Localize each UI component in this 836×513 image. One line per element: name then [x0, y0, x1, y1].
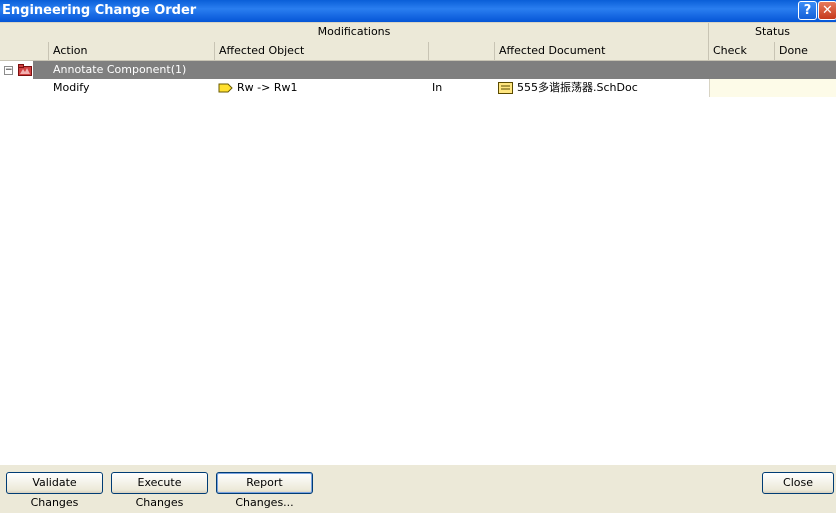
- collapse-icon[interactable]: −: [4, 66, 13, 75]
- row-action: Modify: [53, 81, 90, 94]
- port-icon: [218, 83, 233, 93]
- header-modifications[interactable]: Modifications: [0, 23, 709, 42]
- close-icon: ✕: [822, 3, 833, 18]
- header-column-row: Action Affected Object Affected Document…: [0, 42, 836, 61]
- row-relation: In: [432, 81, 443, 94]
- row-affected-document: 555多谐振荡器.SchDoc: [517, 81, 638, 94]
- validate-changes-button[interactable]: Validate Changes: [6, 472, 103, 509]
- close-window-button[interactable]: ✕: [818, 1, 836, 20]
- title-bar: Engineering Change Order ? ✕: [0, 0, 836, 22]
- report-changes-button[interactable]: Report Changes...: [216, 472, 313, 509]
- group-row-body: Annotate Component(1): [33, 61, 836, 79]
- header-group-row: Modifications Status: [0, 23, 836, 43]
- header-relation[interactable]: [429, 42, 495, 60]
- header-done[interactable]: Done: [775, 42, 836, 60]
- help-button[interactable]: ?: [798, 1, 817, 20]
- header-check[interactable]: Check: [709, 42, 775, 60]
- group-row[interactable]: − Annotate Component(1): [0, 61, 836, 79]
- header-status[interactable]: Status: [709, 23, 836, 42]
- header-affected-object[interactable]: Affected Object: [215, 42, 429, 60]
- header-expander-col: [0, 42, 49, 60]
- header-action[interactable]: Action: [49, 42, 215, 60]
- header-affected-document[interactable]: Affected Document: [495, 42, 709, 60]
- group-label: Annotate Component(1): [53, 63, 187, 76]
- execute-changes-button[interactable]: Execute Changes: [111, 472, 208, 509]
- help-icon: ?: [803, 3, 812, 18]
- row-status-cell: [709, 79, 836, 97]
- eco-grid: Modifications Status Action Affected Obj…: [0, 22, 836, 465]
- close-button[interactable]: Close: [762, 472, 834, 494]
- schematic-document-icon: [498, 82, 513, 94]
- row-affected-object: Rw -> Rw1: [237, 81, 298, 94]
- window-title: Engineering Change Order: [2, 3, 197, 18]
- component-group-icon: [18, 64, 32, 76]
